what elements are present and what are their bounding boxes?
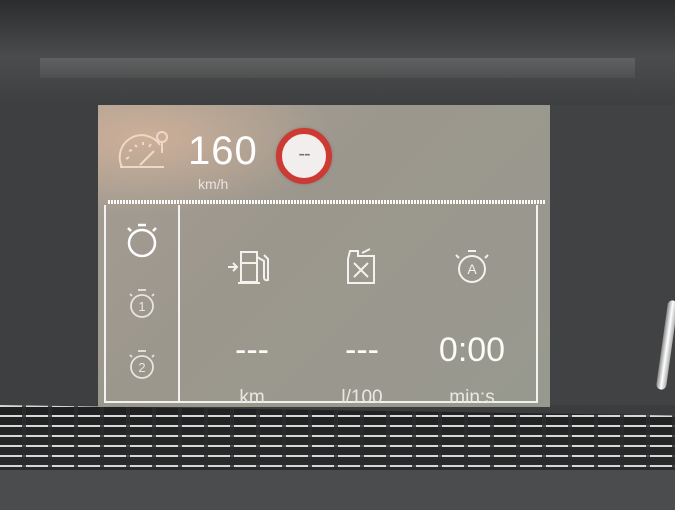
stopwatch-2-icon: 2 <box>129 350 155 379</box>
speed-limit-value: -- <box>298 142 310 165</box>
stopwatch-1-icon: 1 <box>129 289 155 318</box>
dashboard-right <box>550 105 675 405</box>
stop-start-timer-cell: A 0:00 min:s <box>412 247 532 407</box>
consumption-unit: l/100 <box>341 387 383 407</box>
trip-tabs: 1 2 <box>106 205 180 401</box>
stop-start-time-value: 0:00 <box>438 331 506 369</box>
dashboard-top <box>0 0 675 105</box>
dashboard-bottom <box>0 470 675 510</box>
range-unit: km <box>239 387 265 407</box>
consumption-value: --- <box>345 331 379 369</box>
speed-limit-sign: -- <box>276 128 332 184</box>
set-speed-unit: km/h <box>198 176 229 192</box>
fuel-consumption-icon <box>347 248 375 284</box>
tab-trip-1[interactable]: 1 <box>123 282 161 324</box>
set-speed-value: 160 <box>188 129 258 173</box>
stop-start-time-unit: min:s <box>449 387 495 407</box>
auto-stop-timer-icon: A <box>455 250 489 283</box>
fuel-range-icon <box>228 251 269 284</box>
tab-trip-2[interactable]: 2 <box>123 343 161 385</box>
svg-text:2: 2 <box>138 360 145 375</box>
svg-text:1: 1 <box>138 299 145 314</box>
stopwatch-icon <box>127 223 157 258</box>
tab-stopwatch[interactable] <box>123 219 161 261</box>
range-cell: --- km <box>192 247 312 407</box>
instrument-display: 160 km/h -- 1 2 --- km --- l/100 A 0:00 … <box>98 105 550 407</box>
trip-computer-panel: 1 2 --- km --- l/100 A 0:00 min:s <box>104 205 538 407</box>
dashboard-left <box>0 105 98 405</box>
range-value: --- <box>235 331 269 369</box>
svg-text:A: A <box>467 261 477 277</box>
speedometer-limiter-icon <box>118 131 168 168</box>
divider <box>108 200 546 204</box>
speed-bar: 160 km/h -- <box>98 105 550 200</box>
consumption-cell: --- l/100 <box>302 247 422 407</box>
